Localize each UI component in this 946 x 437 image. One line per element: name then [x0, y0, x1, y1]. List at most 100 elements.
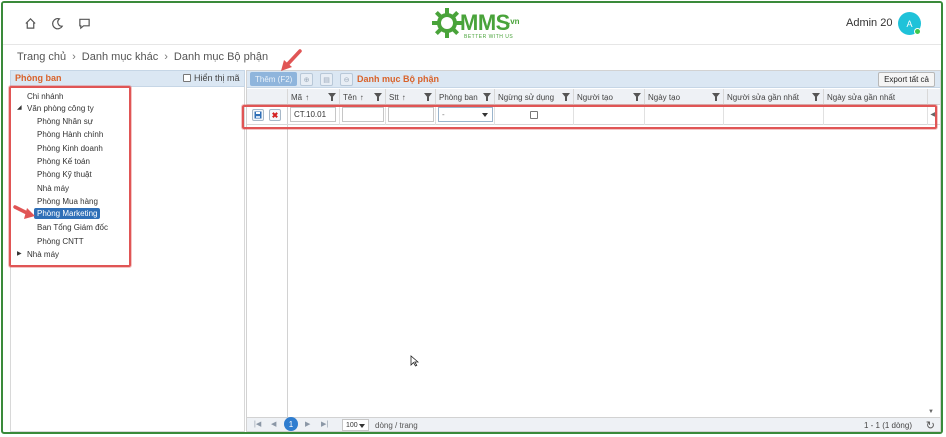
- column-label-inactive: Ngừng sử dụng: [498, 92, 555, 102]
- tree-item-accounting[interactable]: Phòng Kế toán: [37, 157, 90, 166]
- filter-icon[interactable]: [483, 93, 491, 101]
- code-input[interactable]: [290, 107, 336, 122]
- tree-item-it[interactable]: Phòng CNTT: [37, 237, 84, 246]
- online-status-dot: [914, 28, 921, 35]
- column-header-modified-by[interactable]: Người sửa gần nhất: [724, 89, 824, 105]
- filter-icon[interactable]: [424, 93, 432, 101]
- chevron-right-icon: ›: [72, 51, 76, 63]
- cell-created-date: [645, 105, 724, 125]
- next-page-icon[interactable]: ▶: [305, 420, 310, 428]
- column-header-inactive[interactable]: Ngừng sử dụng: [495, 89, 574, 105]
- cell-created-by: [574, 105, 645, 125]
- refresh-icon[interactable]: ↻: [926, 419, 935, 432]
- tree-item-branch[interactable]: Chi nhánh: [27, 92, 63, 101]
- chat-icon[interactable]: [77, 16, 91, 30]
- column-label-modified-date: Ngày sửa gần nhất: [827, 92, 896, 102]
- caret-down-icon: [359, 424, 365, 428]
- plus-circle-icon[interactable]: ⊕: [300, 73, 313, 86]
- filter-icon[interactable]: [328, 93, 336, 101]
- filter-icon[interactable]: [812, 93, 820, 101]
- page-size-label: dòng / trang: [375, 421, 418, 430]
- current-page[interactable]: 1: [284, 417, 298, 431]
- minus-circle-icon[interactable]: ⊖: [340, 73, 353, 86]
- tree-item-marketing[interactable]: Phòng Marketing: [34, 208, 101, 219]
- tree-item-engineering[interactable]: Phòng Kỹ thuật: [37, 170, 92, 179]
- column-header-created-by[interactable]: Người tạo: [574, 89, 645, 105]
- column-label-department: Phòng ban: [439, 92, 478, 102]
- cell-modified-by: [724, 105, 824, 125]
- tree-item-head-office[interactable]: Văn phòng công ty: [27, 104, 94, 113]
- top-icon-group: [23, 16, 91, 30]
- logo-text: MMS: [460, 10, 510, 35]
- tree-item-factory[interactable]: Nhà máy: [37, 184, 69, 193]
- document-icon[interactable]: ▤: [320, 73, 333, 86]
- scroll-right-icon[interactable]: ◀: [930, 111, 935, 118]
- filter-icon[interactable]: [562, 93, 570, 101]
- close-icon: ✖: [271, 110, 279, 120]
- column-header-department[interactable]: Phòng ban: [436, 89, 495, 105]
- grid-title: Danh mục Bộ phận: [357, 74, 440, 84]
- save-row-button[interactable]: [252, 109, 264, 121]
- grid-header: Mã ↑ Tên ↑ Stt ↑ Phòng ban Ngừng sử dụng Ng…: [247, 89, 940, 105]
- last-page-icon[interactable]: ▶|: [321, 420, 328, 428]
- grid-pager: |◀ ◀ 1 ▶ ▶| 100 dòng / trang 1 - 1 (1 dò…: [247, 417, 940, 432]
- column-header-name[interactable]: Tên ↑: [340, 89, 386, 105]
- grid-divider: [287, 105, 288, 418]
- scroll-down-icon[interactable]: ▼: [928, 409, 934, 415]
- add-button[interactable]: Thêm (F2): [250, 72, 298, 86]
- breadcrumb-home[interactable]: Trang chủ: [17, 51, 66, 63]
- home-icon[interactable]: [23, 16, 37, 30]
- show-code-checkbox[interactable]: [183, 74, 191, 82]
- sort-up-icon[interactable]: ↑: [360, 93, 364, 102]
- column-label-code: Mã: [291, 92, 303, 102]
- expand-triangle-icon[interactable]: ▶: [17, 250, 22, 257]
- show-code-toggle[interactable]: Hiển thị mã: [183, 73, 240, 83]
- filter-icon[interactable]: [712, 93, 720, 101]
- column-header-actions: [247, 89, 288, 105]
- pager-info: 1 - 1 (1 dòng): [863, 421, 912, 430]
- moon-icon[interactable]: [50, 16, 64, 30]
- breadcrumb: Trang chủ › Danh mục khác › Danh mục Bộ …: [17, 51, 268, 63]
- column-header-order[interactable]: Stt ↑: [386, 89, 436, 105]
- chevron-right-icon: ›: [164, 51, 168, 63]
- inactive-checkbox[interactable]: [530, 111, 538, 119]
- tree-item-admin[interactable]: Phòng Hành chính: [37, 130, 103, 139]
- cell-code: [288, 105, 340, 125]
- column-header-modified-date[interactable]: Ngày sửa gần nhất: [824, 89, 928, 105]
- tree-item-board[interactable]: Ban Tổng Giám đốc: [37, 223, 108, 232]
- tree-item-purchasing[interactable]: Phòng Mua hàng: [37, 197, 98, 206]
- grid-edit-row: ✖ -: [247, 105, 940, 125]
- logo-tagline: BETTER WITH US: [464, 34, 514, 40]
- breadcrumb-current: Danh mục Bộ phận: [173, 51, 269, 63]
- department-panel-title: Phòng ban: [15, 73, 62, 83]
- sort-up-icon[interactable]: ↑: [305, 93, 309, 102]
- export-all-button[interactable]: Export tất cả: [878, 72, 935, 87]
- prev-page-icon[interactable]: ◀: [271, 420, 276, 428]
- first-page-icon[interactable]: |◀: [254, 420, 261, 428]
- order-input[interactable]: [388, 107, 434, 122]
- tree-item-factory-root[interactable]: Nhà máy: [27, 250, 59, 259]
- cancel-row-button[interactable]: ✖: [269, 109, 281, 121]
- column-header-created-date[interactable]: Ngày tạo: [645, 89, 724, 105]
- show-code-label: Hiển thị mã: [194, 73, 240, 83]
- column-header-code[interactable]: Mã ↑: [288, 89, 340, 105]
- filter-icon[interactable]: [633, 93, 641, 101]
- tree-item-sales[interactable]: Phòng Kinh doanh: [37, 144, 103, 153]
- sort-up-icon[interactable]: ↑: [402, 93, 406, 102]
- top-bar: MMS .vn BETTER WITH US Admin 20 A: [3, 3, 941, 45]
- page-size-select[interactable]: 100: [342, 419, 369, 431]
- department-select-value: -: [442, 110, 445, 119]
- user-name[interactable]: Admin 20: [846, 17, 892, 29]
- filter-icon[interactable]: [374, 93, 382, 101]
- name-input[interactable]: [342, 107, 384, 122]
- department-grid-panel: Thêm (F2) ⊕ ▤ ⊖ Danh mục Bộ phận Export …: [246, 70, 941, 432]
- tree-item-hr[interactable]: Phòng Nhân sự: [37, 117, 93, 126]
- collapse-triangle-icon[interactable]: ◢: [17, 104, 22, 111]
- department-select[interactable]: -: [438, 107, 493, 122]
- department-panel-header: Phòng ban Hiển thị mã: [10, 70, 245, 87]
- breadcrumb-other-catalogs[interactable]: Danh mục khác: [82, 51, 158, 63]
- mms-logo[interactable]: MMS .vn BETTER WITH US: [431, 6, 531, 42]
- column-label-order: Stt: [389, 92, 399, 102]
- column-label-created-by: Người tạo: [577, 92, 613, 102]
- column-label-name: Tên: [343, 92, 357, 102]
